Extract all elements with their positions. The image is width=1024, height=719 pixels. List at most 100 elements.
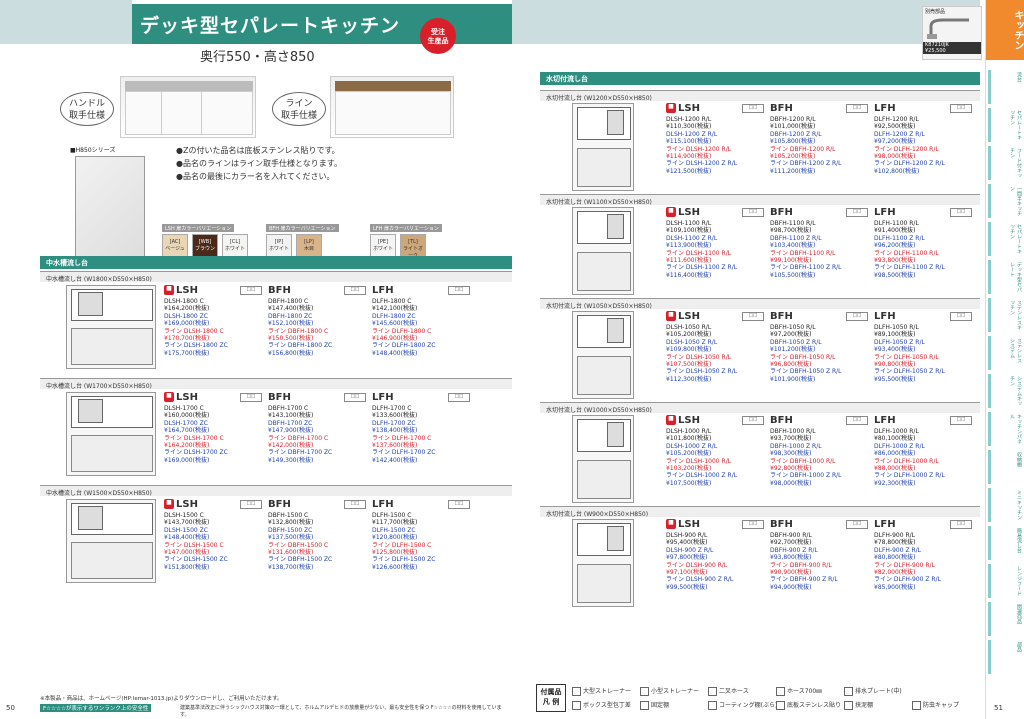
model-price: ¥133,600(税抜)	[372, 412, 418, 420]
model-name: ライン DBFH-1100 Z R/L	[770, 264, 842, 272]
faucet-price: ¥25,500	[923, 48, 981, 54]
model-price: ¥102,800(税抜)	[874, 167, 920, 175]
right-subsection-header: 水切付流し台 (W1000×D550×H850)	[540, 402, 980, 414]
model-price: ¥113,900(税抜)	[666, 242, 712, 250]
index-tab[interactable]: フード付キッチン	[988, 146, 1023, 180]
right_groups-bfh-block: BFH ☐☐ DBFH-1050 R/L ¥97,200(税抜) DBFH-1050 Z…	[770, 311, 870, 383]
model-price: ¥88,000(税抜)	[874, 465, 916, 473]
brand-label: LSH	[678, 207, 700, 218]
model-name: ライン DLSH-1200 Z R/L	[666, 160, 738, 168]
model-name: ライン DLSH-1200 R/L	[666, 145, 732, 153]
index-tab[interactable]: キッチンパネル	[988, 412, 1023, 446]
model-name: ライン DLFH-1050 R/L	[874, 353, 939, 361]
index-tab[interactable]: 流台	[988, 70, 1023, 104]
index-tabs: キッチン 流台セパレートキッチン フード付キッチン 一間半キッチン セパレートキッチン…	[985, 0, 1024, 719]
model-name: ライン DBFH-900 R/L	[770, 561, 832, 569]
index-tab[interactable]: デッキ型セパレート	[988, 260, 1023, 294]
legend-item: 大型ストレーナー	[572, 686, 631, 696]
index-tab[interactable]: 簡易流し台	[988, 526, 1023, 560]
model-price: ¥89,100(税抜)	[874, 331, 916, 339]
model-price: ¥93,400(税抜)	[874, 346, 916, 354]
index-tab[interactable]: 収納棚	[988, 450, 1023, 484]
brand-label: BFH	[268, 499, 291, 510]
note-1: ●Zの付いた品名は底板ステンレス貼りです。	[176, 146, 340, 155]
model-price: ¥115,100(税抜)	[666, 138, 712, 146]
brand-logo-icon: ■	[666, 519, 676, 529]
model-name: ライン DLFH-1050 Z R/L	[874, 368, 945, 376]
model-price: ¥103,400(税抜)	[770, 242, 816, 250]
model-price: ¥148,400(税抜)	[372, 349, 418, 357]
model-name: ライン DLSH-1000 R/L	[666, 457, 732, 465]
swatch-code: [TL]	[408, 239, 418, 245]
index-tab[interactable]: 関連商品	[988, 602, 1023, 636]
model-price: ¥143,100(税抜)	[268, 412, 314, 420]
model-price: ¥101,200(税抜)	[770, 346, 816, 354]
index-tab[interactable]: システムキッチン	[988, 374, 1023, 408]
model-price: ¥138,700(税抜)	[268, 563, 314, 571]
index-tab[interactable]: レンジフード	[988, 564, 1023, 598]
model-price: ¥98,000(税抜)	[770, 479, 812, 487]
index-tab[interactable]: 部品	[988, 640, 1023, 674]
model-name: ライン DLFH-1000 R/L	[874, 457, 939, 465]
brand-label: LSH	[678, 519, 700, 530]
left_groups-lsh-block: ■ LSH ☐☐ DLSH-1500 C ¥143,700(税抜) DLSH-1500 Z…	[164, 499, 264, 571]
model-name: ライン DBFH-1000 Z R/L	[770, 472, 842, 480]
model-name: ライン DLSH-1050 Z R/L	[666, 368, 738, 376]
left_groups-lfh-block: LFH ☐☐ DLFH-1700 C ¥133,600(税抜) DLFH-1700 ZC…	[372, 392, 472, 464]
right_groups-lsh-block: ■ LSH ☐☐ DLSH-900 R/L ¥95,400(税抜) DLSH-900 Z …	[666, 519, 766, 591]
left_groups-bfh-block: BFH ☐☐ DBFH-1800 C ¥147,400(税抜) DBFH-1800 ZC…	[268, 285, 368, 357]
legend-label: 大型ストレーナー	[583, 688, 632, 695]
model-price: ¥142,000(税抜)	[268, 442, 314, 450]
legend-icon	[844, 701, 853, 710]
model-price: ¥151,800(税抜)	[164, 563, 210, 571]
header-band-left	[0, 0, 132, 44]
legend-item: 二叉ホース	[708, 686, 749, 696]
brand-label: LFH	[874, 519, 896, 530]
model-name: ライン DLFH-1100 R/L	[874, 249, 939, 257]
model-name: ライン DBFH-1800 C	[268, 327, 329, 335]
legend-item: 固定棚	[640, 700, 669, 710]
page-number-left: 50	[6, 704, 15, 712]
made-to-order-badge: 受注 生産品	[420, 18, 456, 54]
model-name: ライン DBFH-900 Z R/L	[770, 576, 838, 584]
left_groups-lsh-block: ■ LSH ☐☐ DLSH-1700 C ¥160,000(税抜) DLSH-1700 Z…	[164, 392, 264, 464]
model-name: ライン DBFH-1700 C	[268, 434, 329, 442]
index-tab[interactable]: ミニキッチン	[988, 488, 1023, 522]
model-price: ¥97,800(税抜)	[666, 554, 708, 562]
index-tab[interactable]: 一間半キッチン	[988, 184, 1023, 218]
model-price: ¥94,900(税抜)	[770, 583, 812, 591]
header-band-right	[512, 0, 980, 44]
left_groups-bfh-block: BFH ☐☐ DBFH-1700 C ¥143,100(税抜) DBFH-1700 ZC…	[268, 392, 368, 464]
swatch-code: [WB]	[198, 239, 212, 245]
brand-label: LFH	[874, 311, 896, 322]
brand-label: LFH	[372, 392, 394, 403]
index-tab[interactable]: セパレートキッチン	[988, 108, 1023, 142]
model-price: ¥82,000(税抜)	[874, 569, 916, 577]
accessory-icons: ☐☐	[950, 208, 972, 217]
model-name: ライン DLSH-1500 C	[164, 541, 224, 549]
index-tab[interactable]: ステンレスキッチン	[988, 298, 1023, 332]
index-tab[interactable]: ステンレス システム	[988, 336, 1023, 370]
model-price: ¥121,500(税抜)	[666, 167, 712, 175]
index-tab[interactable]: セパレートキッチン	[988, 222, 1023, 256]
model-price: ¥105,200(税抜)	[666, 331, 712, 339]
accessory-icons: ☐☐	[448, 500, 470, 509]
page-subtitle: 奥行550・高さ850	[200, 50, 315, 65]
model-price: ¥107,500(税抜)	[666, 361, 712, 369]
tab-kitchen[interactable]: キッチン	[986, 0, 1024, 60]
model-name: ライン DLSH-1700 C	[164, 434, 224, 442]
model-name: ライン DBFH-1100 R/L	[770, 249, 836, 257]
legend-item: 小型ストレーナー	[640, 686, 699, 696]
brand-label: BFH	[268, 285, 291, 296]
model-price: ¥156,800(税抜)	[268, 349, 314, 357]
right-subsection-header: 水切付流し台 (W1100×D550×H850)	[540, 194, 980, 206]
accessory-icons: ☐☐	[846, 520, 868, 529]
model-price: ¥114,900(税抜)	[666, 153, 712, 161]
left_groups-lfh-block: LFH ☐☐ DLFH-1500 C ¥117,700(税抜) DLFH-1500 ZC…	[372, 499, 472, 571]
model-price: ¥131,600(税抜)	[268, 549, 314, 557]
legend-item: コーティング棚(ぶら)	[708, 700, 777, 710]
right-section-bar: 水切付流し台	[540, 72, 980, 85]
color-group-title: LFH 扉カラーバリエーション	[370, 224, 442, 232]
right_groups-lfh-block: LFH ☐☐ DLFH-1050 R/L ¥89,100(税抜) DLFH-1050 Z…	[874, 311, 974, 383]
model-price: ¥164,200(税抜)	[164, 442, 210, 450]
